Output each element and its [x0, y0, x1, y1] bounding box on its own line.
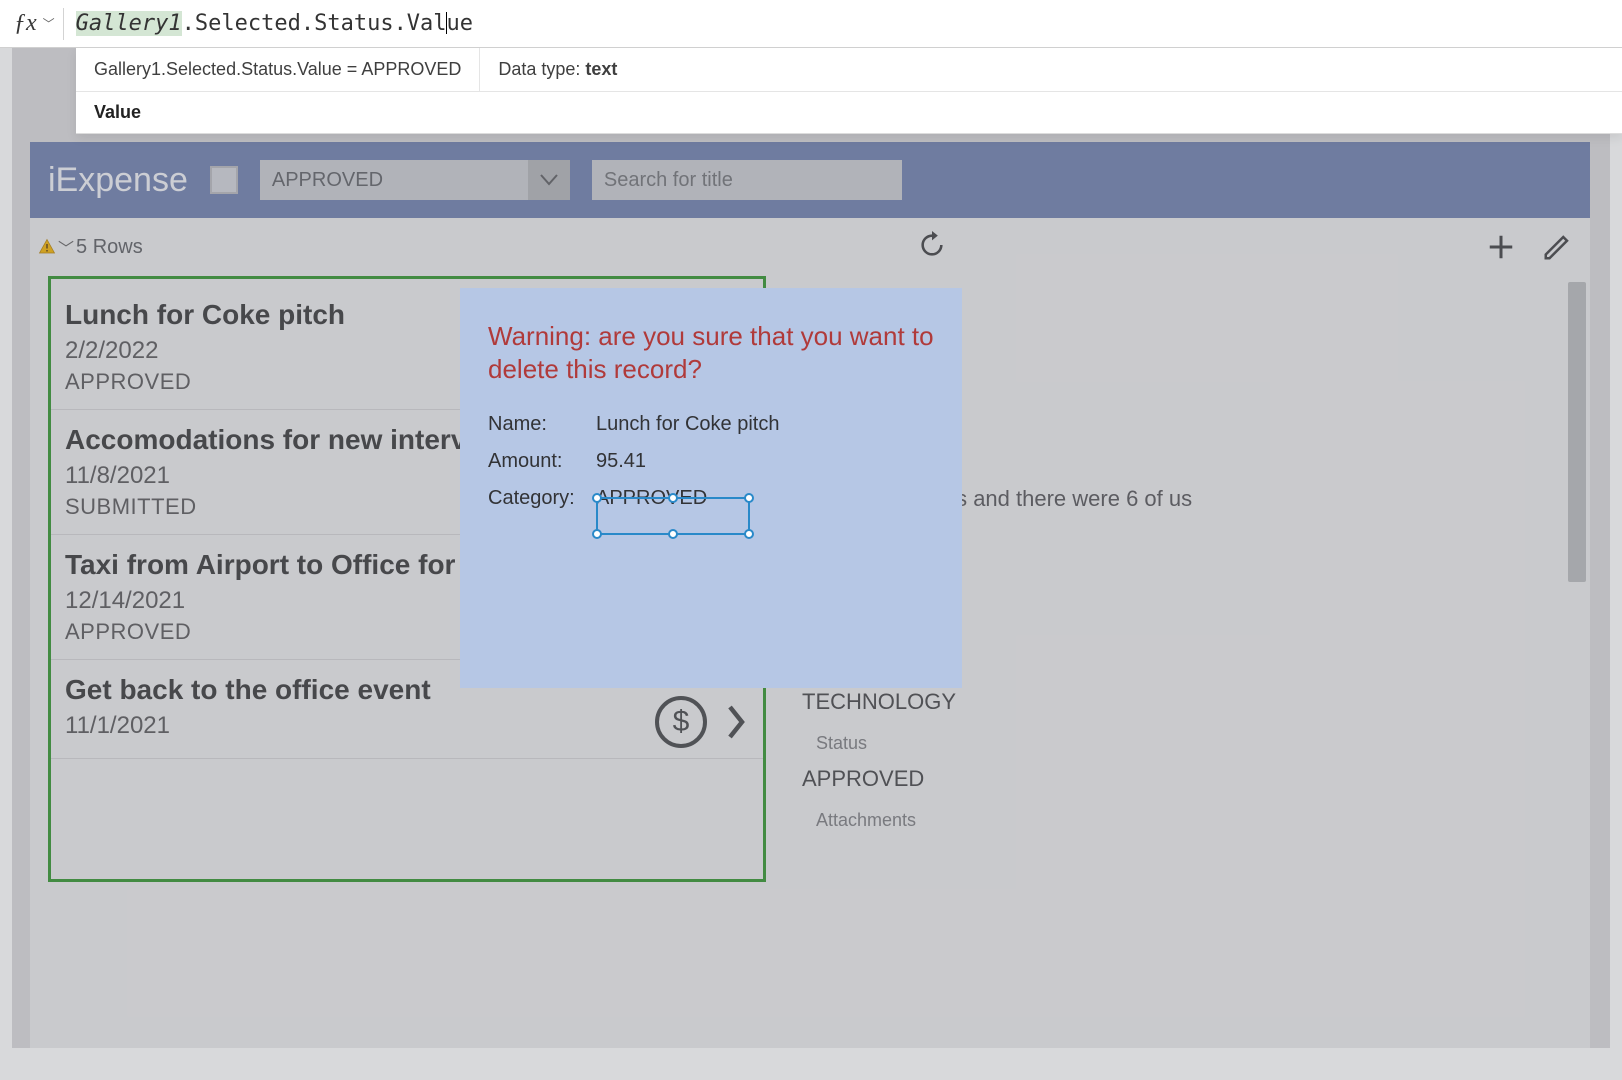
formula-evaluation: Gallery1.Selected.Status.Value = APPROVE… — [76, 48, 480, 91]
resize-handle-ne[interactable] — [744, 493, 754, 503]
dollar-icon[interactable]: $ — [655, 696, 707, 748]
chevron-down-icon — [528, 160, 570, 200]
dialog-warning-text: Warning: are you sure that you want to d… — [488, 320, 934, 385]
header-checkbox[interactable] — [210, 166, 238, 194]
search-input[interactable]: Search for title — [592, 160, 902, 200]
fx-dropdown-icon[interactable]: ﹀ — [43, 15, 63, 32]
dialog-name-label: Name: — [488, 413, 596, 436]
divider — [63, 8, 64, 40]
resize-handle-nw[interactable] — [592, 493, 602, 503]
formula-highlight: Gallery1 — [76, 11, 182, 36]
formula-suggestions: Gallery1.Selected.Status.Value = APPROVE… — [76, 48, 1622, 134]
scrollbar-thumb[interactable] — [1568, 282, 1586, 582]
chevron-right-icon[interactable] — [725, 704, 747, 740]
edit-icon[interactable] — [1542, 232, 1572, 262]
selected-control[interactable] — [596, 497, 750, 535]
content-toolbar: ﹀ 5 Rows — [30, 218, 1590, 276]
gallery-item-date: 11/1/2021 — [65, 712, 743, 740]
search-placeholder: Search for title — [604, 169, 733, 192]
canvas: iExpense APPROVED Search for title ﹀ 5 R… — [12, 48, 1610, 1048]
status-dropdown[interactable]: APPROVED — [260, 160, 570, 200]
details-category-value: TECHNOLOGY — [802, 689, 1192, 715]
dialog-amount-label: Amount: — [488, 450, 596, 473]
text-cursor — [446, 12, 447, 34]
add-icon[interactable] — [1486, 232, 1516, 262]
details-attachments-label: Attachments — [816, 810, 1192, 831]
formula-input[interactable]: Gallery1.Selected.Status.Value — [76, 11, 473, 36]
dialog-category-label: Category: — [488, 487, 596, 510]
formula-bar: ƒx ﹀ Gallery1.Selected.Status.Value — [0, 0, 1622, 48]
fx-label: ƒx — [8, 10, 43, 37]
resize-handle-sw[interactable] — [592, 529, 602, 539]
chevron-down-icon: ﹀ — [58, 235, 74, 259]
refresh-button[interactable] — [918, 231, 946, 264]
formula-suggestion-item[interactable]: Value — [76, 92, 1622, 133]
app-title: iExpense — [48, 161, 188, 200]
details-status-value: APPROVED — [802, 766, 1192, 792]
warning-icon — [38, 238, 56, 256]
resize-handle-se[interactable] — [744, 529, 754, 539]
formula-evaluation-row: Gallery1.Selected.Status.Value = APPROVE… — [76, 48, 1622, 92]
dropdown-value: APPROVED — [260, 169, 528, 192]
rows-count[interactable]: ﹀ 5 Rows — [38, 235, 143, 259]
formula-datatype: Data type: text — [480, 59, 635, 80]
refresh-icon — [918, 231, 946, 259]
details-status-label: Status — [816, 733, 1192, 754]
delete-dialog: Warning: are you sure that you want to d… — [460, 288, 962, 688]
app-header: iExpense APPROVED Search for title — [30, 142, 1590, 218]
resize-handle-s[interactable] — [668, 529, 678, 539]
resize-handle-n[interactable] — [668, 493, 678, 503]
dialog-amount-value: 95.41 — [596, 450, 646, 473]
dialog-name-value: Lunch for Coke pitch — [596, 413, 779, 436]
